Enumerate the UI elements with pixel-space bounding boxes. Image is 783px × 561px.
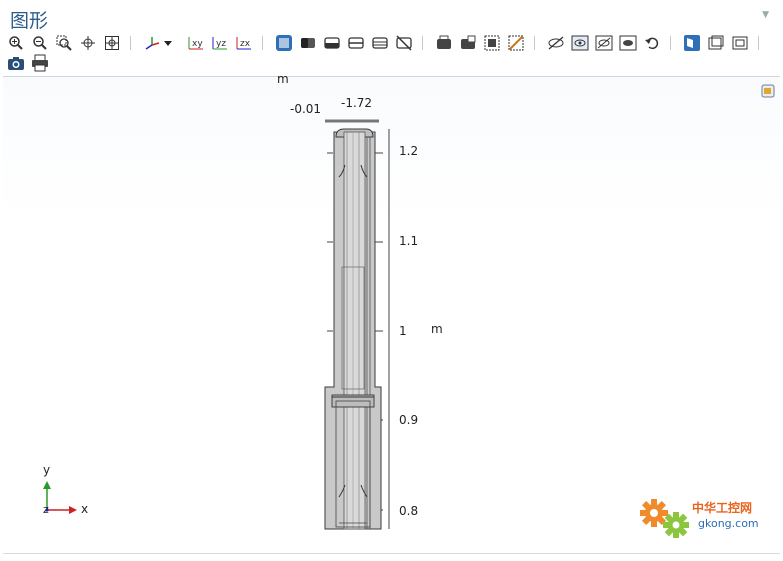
svg-text:zx: zx: [240, 39, 251, 49]
svg-text:xy: xy: [192, 39, 203, 49]
show-icon[interactable]: [570, 33, 590, 53]
axis-view-icon[interactable]: [142, 33, 162, 53]
camera-icon[interactable]: [6, 53, 26, 73]
select-edge-icon[interactable]: [346, 33, 366, 53]
y-tick-label: 0.8: [399, 504, 419, 518]
clear-selection-icon[interactable]: [394, 33, 414, 53]
x-axis-unit-label: m: [277, 72, 289, 86]
center-icon[interactable]: [78, 33, 98, 53]
select-point-icon[interactable]: [370, 33, 390, 53]
title-bar: 图形 ▼: [0, 0, 783, 32]
wireframe-icon[interactable]: [682, 33, 702, 53]
view-zx-icon[interactable]: zx: [234, 33, 254, 53]
svg-text:yz: yz: [216, 39, 226, 49]
toolbar-row-1: xy yz zx: [6, 33, 776, 53]
transparency-icon[interactable]: [506, 33, 526, 53]
watermark-title: 中华工控网: [692, 501, 753, 515]
select-boundary-icon[interactable]: [322, 33, 342, 53]
hide-icon[interactable]: [546, 33, 566, 53]
y-tick-label: 1.1: [399, 234, 419, 248]
zoom-out-icon[interactable]: [30, 33, 50, 53]
toolbar-row-2: [6, 53, 66, 73]
view-xy-icon[interactable]: xy: [186, 33, 206, 53]
y-tick-label: 0.9: [399, 413, 419, 427]
zoom-extents-icon[interactable]: [102, 33, 122, 53]
triad-x-label: x: [81, 502, 89, 516]
view-yz-icon[interactable]: yz: [210, 33, 230, 53]
print-icon[interactable]: [30, 53, 50, 73]
x-tick-label-right: -1.72: [341, 96, 373, 110]
geometry-view: [43, 119, 390, 530]
y-tick-label: 1.2: [399, 144, 419, 158]
triad-z-label: z: [43, 503, 49, 516]
reset-hiding-icon[interactable]: [618, 33, 638, 53]
grid-icon[interactable]: [482, 33, 502, 53]
hidden-icon[interactable]: [594, 33, 614, 53]
window-title: 图形: [10, 10, 49, 32]
graphics-toolbar: xy yz zx: [6, 33, 776, 75]
select-domain-icon[interactable]: [298, 33, 318, 53]
y-axis-unit-label: m: [431, 322, 443, 336]
graphics-canvas[interactable]: m -0.01 -1.72 1.2 1.1 1 0.9 0.8 m y z x …: [3, 72, 780, 554]
dropdown-icon[interactable]: [162, 33, 174, 53]
triad-y-label: y: [43, 463, 51, 477]
zoom-in-icon[interactable]: [6, 33, 26, 53]
x-tick-label-left: -0.01: [290, 102, 322, 116]
watermark: 中华工控网 gkong.com: [636, 493, 776, 543]
render-icon[interactable]: [706, 33, 726, 53]
watermark-url: gkong.com: [698, 517, 759, 530]
select-all-icon[interactable]: [274, 33, 294, 53]
show-selection-icon[interactable]: [434, 33, 454, 53]
zoom-box-icon[interactable]: [54, 33, 74, 53]
hide-selection-icon[interactable]: [458, 33, 478, 53]
y-tick-label: 1: [399, 324, 407, 338]
copy-icon[interactable]: [730, 33, 750, 53]
gear-logo-icon: [640, 499, 689, 538]
panel-menu-icon[interactable]: ▼: [762, 10, 769, 20]
undo-icon[interactable]: [642, 33, 662, 53]
